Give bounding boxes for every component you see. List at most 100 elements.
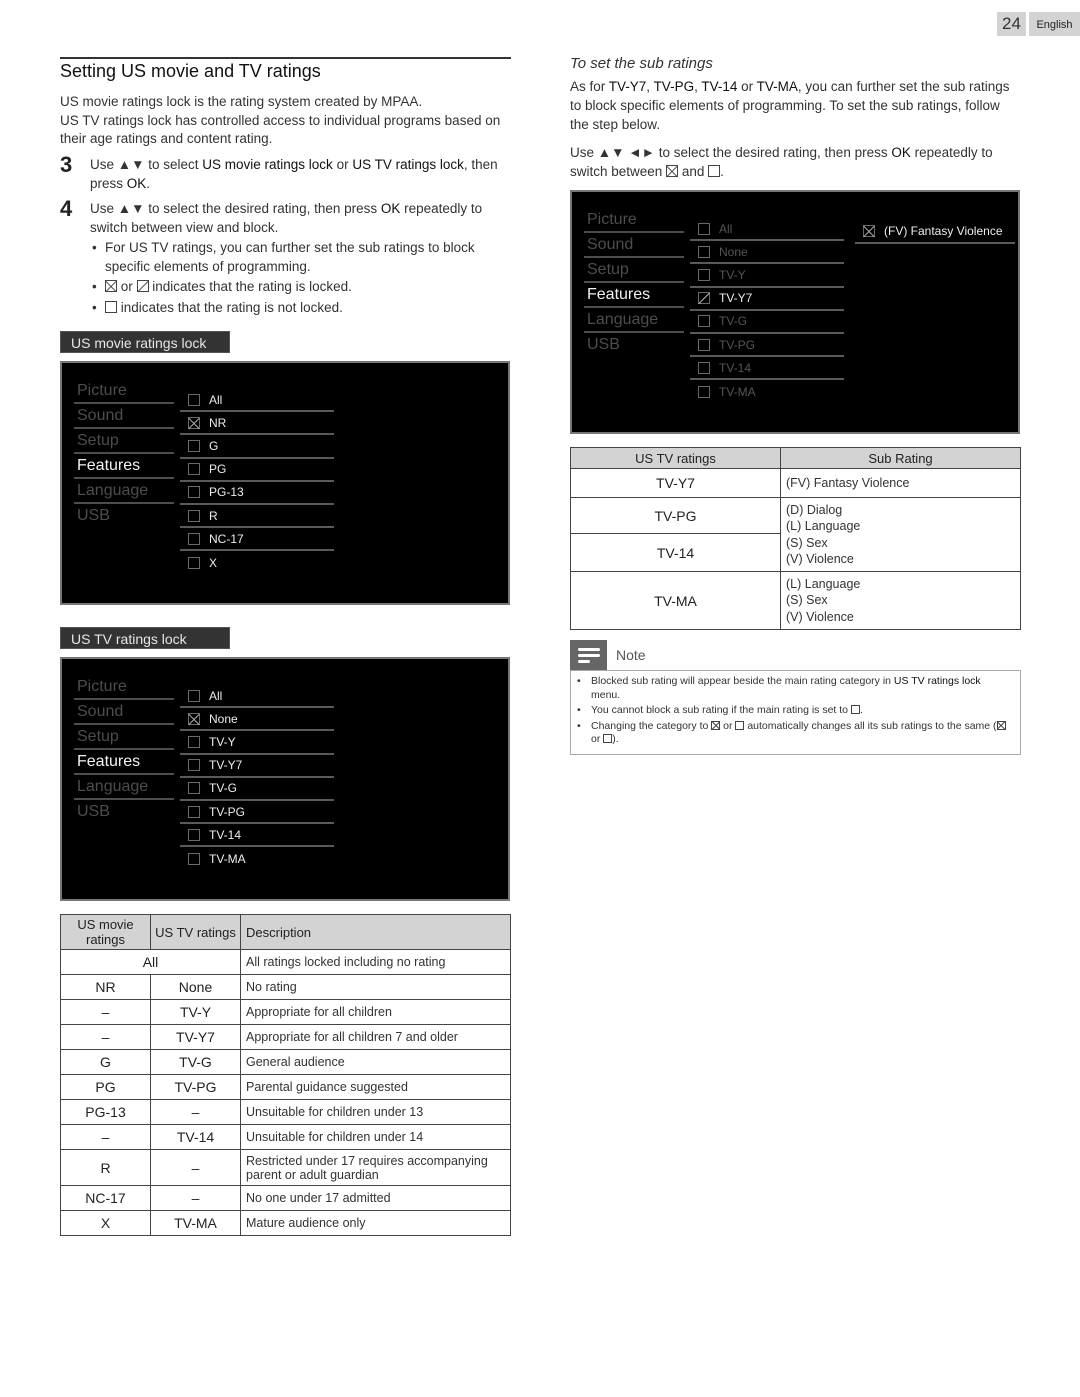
- description-cell: Appropriate for all children 7 and older: [240, 1024, 511, 1050]
- sub-ratings-intro: As for TV-Y7, TV-PG, TV-14 or TV-MA, you…: [570, 77, 1022, 134]
- category-features[interactable]: Features: [584, 283, 684, 308]
- category-language[interactable]: Language: [74, 479, 174, 504]
- column-header: US TV ratings: [570, 447, 781, 469]
- language-tab[interactable]: English: [1029, 12, 1080, 36]
- rating-option-tv-y[interactable]: TV-Y: [690, 264, 844, 288]
- unlocked-box-icon: [735, 720, 745, 730]
- category-sound[interactable]: Sound: [584, 233, 684, 258]
- description-cell: All ratings locked including no rating: [240, 949, 511, 975]
- category-language[interactable]: Language: [74, 775, 174, 800]
- rating-option-tv-pg[interactable]: TV-PG: [690, 334, 844, 358]
- category-setup[interactable]: Setup: [74, 725, 174, 750]
- rating-option-pg[interactable]: PG: [180, 459, 334, 482]
- tv-rating-cell: TV-MA: [150, 1210, 241, 1236]
- rating-name: TV-14: [701, 79, 738, 94]
- rating-option-tv-ma[interactable]: TV-MA: [690, 380, 844, 403]
- rating-option-label: TV-PG: [209, 804, 246, 819]
- category-setup[interactable]: Setup: [584, 258, 684, 283]
- tv-rating-cell: TV-Y: [150, 999, 241, 1025]
- rating-option-label: None: [209, 711, 238, 726]
- locked-box-icon: [996, 720, 1006, 730]
- rating-cell: TV-14: [570, 533, 781, 572]
- unlocked-box-icon: [698, 315, 710, 328]
- rating-cell: TV-Y7: [570, 468, 781, 498]
- rating-option-all[interactable]: All: [180, 389, 334, 413]
- rating-option-tv-pg[interactable]: TV-PG: [180, 801, 334, 825]
- unlocked-box-icon: [188, 532, 200, 545]
- partial-locked-box-icon: [136, 280, 149, 292]
- category-sound[interactable]: Sound: [74, 404, 174, 429]
- category-picture[interactable]: Picture: [584, 208, 684, 233]
- rating-option-none[interactable]: None: [180, 708, 334, 732]
- rating-option-tv-g[interactable]: TV-G: [690, 311, 844, 334]
- category-list: Picture Sound Setup Features Language USB: [584, 208, 684, 358]
- description-cell: General audience: [240, 1049, 511, 1075]
- bullet-item: indicates that the rating is not locked.: [90, 299, 510, 318]
- column-header: Description: [240, 914, 511, 950]
- text: .: [859, 704, 863, 716]
- option-list: All None TV-Y TV-Y7 TV-G TV-PG TV-14 TV-MA: [180, 685, 334, 871]
- unlocked-box-icon: [603, 734, 613, 743]
- unlocked-box-icon: [698, 361, 710, 374]
- menu-name: US TV ratings lock: [893, 675, 981, 687]
- rating-option-tv-14[interactable]: TV-14: [690, 357, 844, 381]
- description-cell: Unsuitable for children under 14: [240, 1124, 511, 1150]
- text: ).: [612, 733, 619, 745]
- category-picture[interactable]: Picture: [74, 379, 174, 404]
- category-sound[interactable]: Sound: [74, 700, 174, 725]
- rating-option-nr[interactable]: NR: [180, 412, 334, 436]
- movie-rating-cell: All: [60, 949, 241, 975]
- note-icon: [570, 640, 607, 670]
- rating-option-g[interactable]: G: [180, 435, 334, 459]
- rating-option-label: TV-Y7: [719, 291, 753, 306]
- table-row: – TV-Y7 Appropriate for all children 7 and…: [60, 1024, 511, 1050]
- rating-option-pg-13[interactable]: PG-13: [180, 482, 334, 505]
- rating-option-tv-ma[interactable]: TV-MA: [180, 847, 334, 870]
- unlocked-box-icon: [698, 338, 710, 351]
- category-usb[interactable]: USB: [74, 504, 174, 529]
- text: Changing the category to: [591, 719, 712, 732]
- key-name: OK: [891, 145, 911, 160]
- sub-rating: (V) Violence: [786, 609, 854, 624]
- rating-option-tv-g[interactable]: TV-G: [180, 778, 334, 801]
- category-language[interactable]: Language: [584, 308, 684, 333]
- note-list: Blocked sub rating will appear beside th…: [570, 670, 1021, 755]
- unlocked-box-icon: [188, 509, 200, 522]
- table-row: NR None No rating: [60, 974, 511, 1000]
- rating-option-all[interactable]: All: [690, 218, 844, 242]
- rating-option-nc-17[interactable]: NC-17: [180, 528, 334, 552]
- step-3: 3 Use ▲▼ to select US movie ratings lock…: [60, 152, 510, 193]
- sub-rating: (L) Language: [786, 576, 861, 591]
- category-picture[interactable]: Picture: [74, 675, 174, 700]
- intro-text: US movie ratings lock is the rating syst…: [60, 93, 510, 149]
- category-usb[interactable]: USB: [74, 800, 174, 825]
- rating-option-label: TV-14: [209, 827, 242, 842]
- rating-option-label: TV-PG: [719, 337, 756, 352]
- category-features[interactable]: Features: [74, 750, 174, 775]
- rating-option-r[interactable]: R: [180, 505, 334, 529]
- rating-cell: TV-PG: [570, 497, 781, 534]
- rating-option-tv-y[interactable]: TV-Y: [180, 731, 334, 755]
- text: or: [720, 719, 736, 732]
- category-usb[interactable]: USB: [584, 333, 684, 358]
- rating-option-tv-y7[interactable]: TV-Y7: [180, 755, 334, 778]
- column-header: Sub Rating: [780, 447, 1021, 469]
- category-list: Picture Sound Setup Features Language USB: [74, 675, 174, 825]
- rating-option-x[interactable]: X: [180, 551, 334, 574]
- rating-option-tv-14[interactable]: TV-14: [180, 824, 334, 848]
- unlocked-box-icon: [188, 782, 200, 795]
- rating-option-tv-y7[interactable]: TV-Y7: [690, 288, 844, 311]
- category-features[interactable]: Features: [74, 454, 174, 479]
- step-text: Use ▲▼ to select the desired rating, the…: [90, 200, 510, 237]
- sub-option-fantasy-violence[interactable]: (FV) Fantasy Violence: [855, 220, 1015, 244]
- category-setup[interactable]: Setup: [74, 429, 174, 454]
- locked-box-icon: [188, 712, 200, 725]
- table-row: G TV-G General audience: [60, 1049, 511, 1075]
- intro-line: US TV ratings lock has controlled access…: [60, 112, 501, 147]
- tv-rating-cell: TV-Y7: [150, 1024, 241, 1050]
- rating-option-none[interactable]: None: [690, 241, 844, 265]
- rating-option-all[interactable]: All: [180, 685, 334, 709]
- rating-option-label: TV-MA: [209, 851, 246, 866]
- rating-cell: TV-MA: [570, 571, 781, 630]
- text: Use ▲▼ to select: [90, 157, 203, 172]
